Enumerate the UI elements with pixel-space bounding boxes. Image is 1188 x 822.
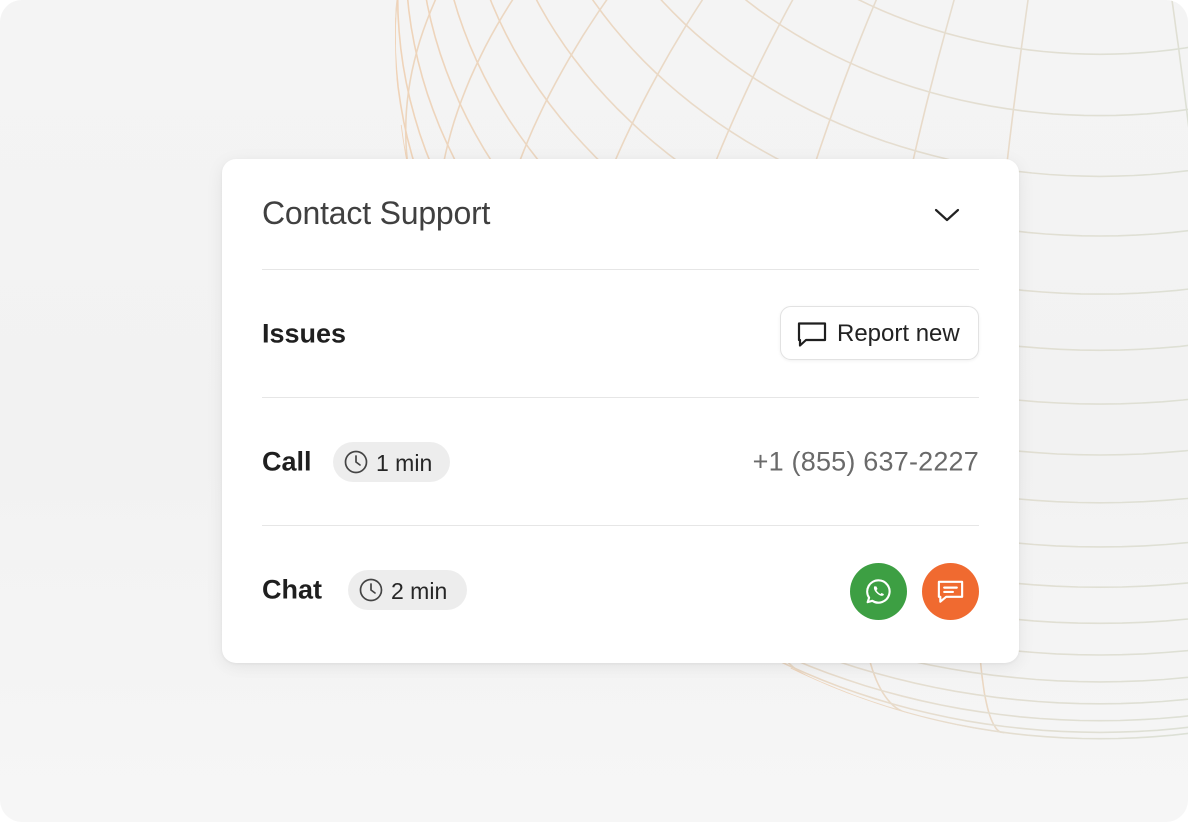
contact-support-card: Contact Support Issues Report new Call 1… (222, 159, 1019, 663)
call-wait-time: 1 min (376, 449, 433, 476)
globe-gridline (1099, 0, 1188, 628)
globe-gridline (1099, 0, 1188, 556)
chat-row: Chat 2 min (262, 526, 979, 654)
report-new-button[interactable]: Report new (780, 306, 979, 360)
globe-gridline (1099, 0, 1188, 679)
whatsapp-icon (866, 579, 891, 604)
chevron-down-icon[interactable] (933, 204, 961, 226)
call-wait-badge: 1 min (333, 441, 450, 482)
clock-icon (359, 578, 383, 602)
call-row: Call 1 min +1 (855) 637-2227 (262, 398, 979, 526)
clock-icon (344, 450, 368, 473)
globe-gridline (1099, 0, 1188, 199)
live-chat-button[interactable] (922, 563, 979, 620)
globe-gridline (1099, 0, 1188, 715)
globe-gridline (1099, 0, 1188, 455)
issues-label: Issues (262, 318, 347, 348)
card-header[interactable]: Contact Support (262, 159, 979, 270)
card-title: Contact Support (262, 195, 491, 231)
phone-number[interactable]: +1 (855) 637-2227 (753, 446, 979, 477)
chat-bubble-icon (937, 580, 964, 603)
whatsapp-button[interactable] (850, 563, 907, 620)
chat-label: Chat (262, 574, 322, 605)
globe-gridline (559, 0, 1188, 178)
issues-row: Issues Report new (262, 270, 979, 398)
chat-wait-badge: 2 min (348, 570, 467, 610)
globe-gridline (645, 0, 1188, 56)
message-square-icon (797, 322, 827, 347)
chat-wait-time: 2 min (391, 578, 448, 604)
page-background: Contact Support Issues Report new Call 1… (0, 0, 1188, 822)
call-label: Call (262, 446, 312, 476)
report-new-label: Report new (837, 320, 960, 347)
